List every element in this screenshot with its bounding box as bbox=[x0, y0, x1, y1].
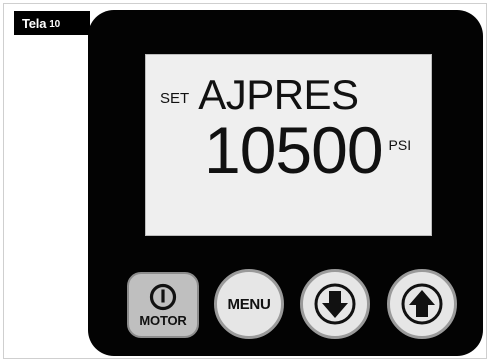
menu-button-label: MENU bbox=[227, 295, 271, 313]
value-unit: PSI bbox=[388, 137, 412, 153]
lcd-line-value: 10500 PSI bbox=[204, 115, 411, 185]
menu-button[interactable]: MENU bbox=[214, 269, 284, 339]
screen-tag-text: Tela bbox=[22, 15, 47, 31]
lcd-display: SET AJPRES 10500 PSI bbox=[145, 54, 432, 236]
arrow-up-icon bbox=[401, 283, 443, 325]
motor-button-label: MOTOR bbox=[139, 313, 187, 328]
parameter-name: AJPRES bbox=[198, 71, 359, 118]
mode-label: SET bbox=[160, 90, 190, 107]
arrow-down-icon bbox=[314, 283, 356, 325]
up-button[interactable] bbox=[387, 269, 457, 339]
down-button[interactable] bbox=[300, 269, 370, 339]
lcd-line-parameter: SET AJPRES bbox=[160, 68, 359, 116]
parameter-value: 10500 bbox=[204, 113, 384, 187]
screen-tag: Tela 10 bbox=[14, 11, 90, 35]
motor-button[interactable]: MOTOR bbox=[127, 272, 199, 338]
power-icon bbox=[149, 283, 177, 311]
screen-tag-number: 10 bbox=[49, 18, 60, 30]
